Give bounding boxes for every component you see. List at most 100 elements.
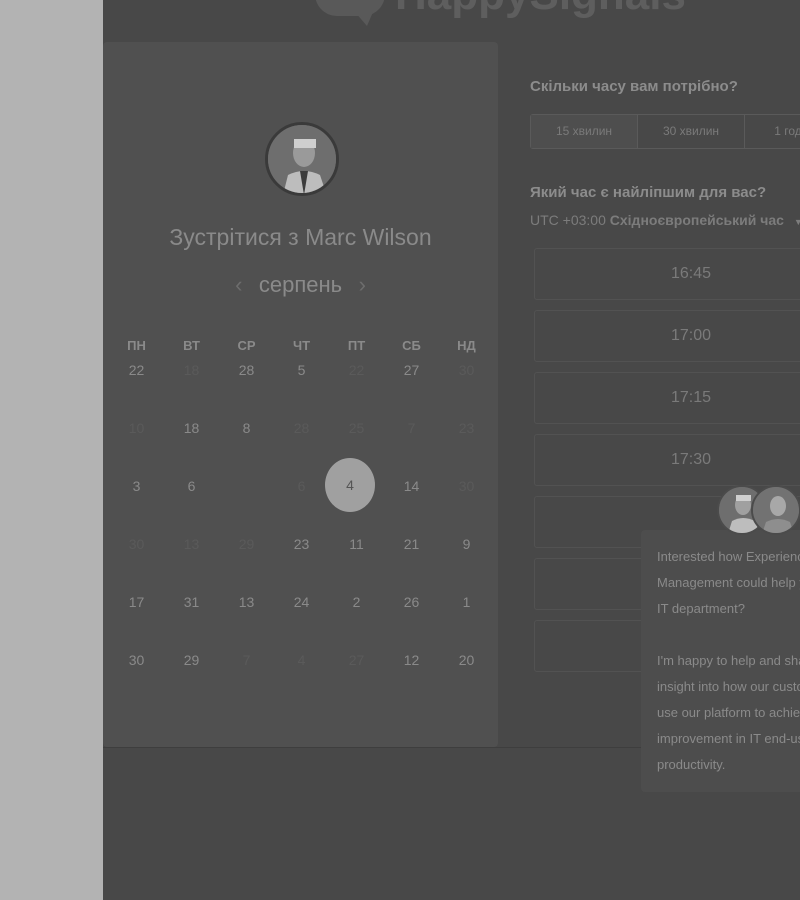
calendar-day-grid: 2218285222730101882825723366314303013292… xyxy=(109,362,496,710)
calendar-day-number: 18 xyxy=(183,420,200,436)
calendar-day-number: 22 xyxy=(128,362,145,378)
caret-down-icon: ▼ xyxy=(793,217,800,227)
calendar-day[interactable]: 17 xyxy=(109,594,164,652)
weekday-sun: НД xyxy=(457,338,476,353)
meeting-title: Зустрітися з Marc Wilson xyxy=(169,224,432,250)
weekday-wed: СР xyxy=(237,338,256,353)
calendar-day[interactable] xyxy=(219,478,274,536)
calendar-day[interactable]: 11 xyxy=(329,536,384,594)
calendar-day[interactable]: 23 xyxy=(274,536,329,594)
calendar-day-number: 7 xyxy=(407,420,416,436)
calendar-day[interactable]: 27 xyxy=(384,362,439,420)
calendar-day-number: 27 xyxy=(348,652,365,668)
calendar-day: 30 xyxy=(439,362,494,420)
calendar-day-number: 5 xyxy=(297,362,306,378)
calendar-day: 10 xyxy=(109,420,164,478)
weekday-thu: ЧТ xyxy=(292,338,311,353)
calendar-day[interactable]: 1 xyxy=(439,594,494,652)
calendar-day-number: 9 xyxy=(462,536,471,552)
app-window: HappySignals Зустрітися з Marc Wilson ‹ … xyxy=(103,0,800,900)
duration-question: Скільки часу вам потрібно? xyxy=(530,78,738,95)
calendar-day[interactable]: 8 xyxy=(219,420,274,478)
timezone-selector[interactable]: UTC +03:00 Східноєвропейський час ▼ xyxy=(530,212,800,228)
calendar-day-number: 7 xyxy=(242,652,251,668)
calendar-day: 29 xyxy=(219,536,274,594)
calendar-day-number: 10 xyxy=(128,420,145,436)
calendar-day: 13 xyxy=(164,536,219,594)
calendar-day[interactable]: 24 xyxy=(274,594,329,652)
calendar-day[interactable]: 28 xyxy=(219,362,274,420)
calendar-day-number: 23 xyxy=(458,420,475,436)
calendar-day[interactable]: 30 xyxy=(109,652,164,710)
duration-selector: 15 хвилин 30 хвилин 1 година xyxy=(530,114,800,149)
calendar-day-number: 3 xyxy=(132,478,141,494)
calendar-day-number: 13 xyxy=(238,594,255,610)
calendar-day[interactable]: 29 xyxy=(164,652,219,710)
calendar-day: 7 xyxy=(384,420,439,478)
calendar-day[interactable]: 26 xyxy=(384,594,439,652)
time-slot[interactable]: 17:30 xyxy=(534,434,800,486)
chevron-right-icon[interactable]: › xyxy=(347,272,378,298)
selected-day[interactable]: 4 xyxy=(325,458,375,512)
calendar-day-number: 4 xyxy=(297,652,306,668)
duration-option-15[interactable]: 15 хвилин xyxy=(531,115,638,148)
calendar-day-number: 2 xyxy=(352,594,361,610)
calendar-day[interactable]: 18 xyxy=(164,420,219,478)
calendar-day-number: 31 xyxy=(183,594,200,610)
calendar-day-number: 29 xyxy=(183,652,200,668)
chevron-left-icon[interactable]: ‹ xyxy=(223,272,254,298)
calendar-day[interactable]: 6 xyxy=(164,478,219,536)
calendar-day: 23 xyxy=(439,420,494,478)
calendar-day[interactable]: 2 xyxy=(329,594,384,652)
calendar-day: 22 xyxy=(329,362,384,420)
happysignals-logo-icon xyxy=(315,0,385,26)
month-label: серпень xyxy=(258,272,343,297)
calendar-day-number: 28 xyxy=(238,362,255,378)
calendar-day[interactable]: 14 xyxy=(384,478,439,536)
host-avatar xyxy=(265,122,339,196)
calendar-day: 4 xyxy=(274,652,329,710)
duration-option-30[interactable]: 30 хвилин xyxy=(638,115,745,148)
calendar-day-number: 17 xyxy=(128,594,145,610)
calendar-day-number: 26 xyxy=(403,594,420,610)
calendar-day-number: 20 xyxy=(458,652,475,668)
calendar-day: 28 xyxy=(274,420,329,478)
weekday-header: ПН ВТ СР ЧТ ПТ СБ НД xyxy=(109,338,496,353)
calendar-day[interactable]: 12 xyxy=(384,652,439,710)
person-photo-icon xyxy=(268,125,336,193)
calendar-day-number: 18 xyxy=(183,362,200,378)
calendar-day-number: 23 xyxy=(293,536,310,552)
duration-option-60[interactable]: 1 година xyxy=(745,115,800,148)
calendar-day[interactable]: 21 xyxy=(384,536,439,594)
calendar-day-number: 21 xyxy=(403,536,420,552)
weekday-mon: ПН xyxy=(127,338,146,353)
calendar-day[interactable]: 3 xyxy=(109,478,164,536)
timezone-name: Східноєвропейський час xyxy=(609,212,784,228)
time-slot[interactable]: 17:15 xyxy=(534,372,800,424)
time-slot[interactable]: 17:00 xyxy=(534,310,800,362)
calendar-day-number: 12 xyxy=(403,652,420,668)
calendar-card: Зустрітися з Marc Wilson ‹ серпень › ПН … xyxy=(103,42,498,747)
calendar-day-number: 24 xyxy=(293,594,310,610)
weekday-tue: ВТ xyxy=(183,338,200,353)
calendar-day[interactable]: 31 xyxy=(164,594,219,652)
calendar-day[interactable]: 13 xyxy=(219,594,274,652)
calendar-day[interactable]: 22 xyxy=(109,362,164,420)
calendar-day-number: 28 xyxy=(293,420,310,436)
calendar-day-number: 1 xyxy=(462,594,471,610)
calendar-day[interactable]: 20 xyxy=(439,652,494,710)
calendar-day-number: 25 xyxy=(348,420,365,436)
calendar-day[interactable]: 9 xyxy=(439,536,494,594)
calendar-day-number: 30 xyxy=(458,478,475,494)
calendar-day: 6 xyxy=(274,478,329,536)
calendar-day-number: 30 xyxy=(458,362,475,378)
calendar-day-number: 13 xyxy=(183,536,200,552)
calendar-day-number: 30 xyxy=(128,536,145,552)
calendar-day[interactable]: 5 xyxy=(274,362,329,420)
chat-popup[interactable]: Interested how Experience Management cou… xyxy=(641,530,800,792)
chat-agent-avatars[interactable] xyxy=(717,485,800,537)
calendar-day-number: 22 xyxy=(348,362,365,378)
time-slot[interactable]: 16:45 xyxy=(534,248,800,300)
calendar-day-number: 11 xyxy=(349,536,364,552)
weekday-sat: СБ xyxy=(402,338,421,353)
